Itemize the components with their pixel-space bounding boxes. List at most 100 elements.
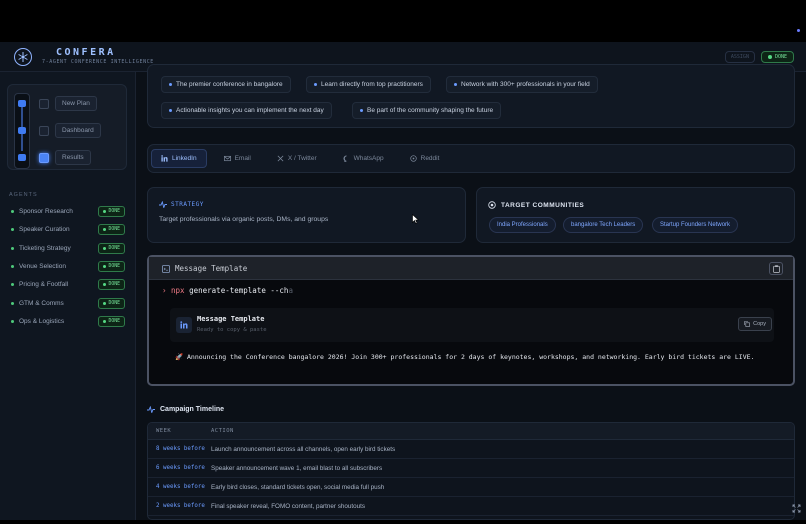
terminal-command: › npx generate-template --cha — [162, 286, 293, 295]
target-icon — [488, 201, 496, 209]
agent-status: DONE — [108, 264, 120, 269]
brand-name: CONFERA — [56, 47, 116, 58]
badge-dot-icon — [103, 283, 107, 286]
highlight-text: The premier conference in bangalore — [176, 81, 283, 88]
agent-done-badge: DONE — [98, 298, 125, 309]
sidebar: New Plan Dashboard Results AGENTS Sponso… — [0, 72, 136, 520]
strategy-text: Target professionals via organic posts, … — [159, 216, 329, 223]
agent-status: DONE — [108, 282, 120, 287]
strategy-heading: STRATEGY — [159, 201, 204, 208]
status-dot-icon — [767, 54, 772, 59]
agent-name: Speaker Curation — [19, 226, 70, 233]
table-row: 6 weeks before Speaker announcement wave … — [148, 459, 794, 478]
agent-status: DONE — [108, 301, 120, 306]
campaign-timeline-title: Campaign Timeline — [160, 406, 225, 413]
command-pm: npx — [171, 286, 185, 295]
step-results[interactable]: Results — [39, 150, 91, 165]
agent-done-badge: DONE — [98, 243, 125, 254]
community-chip[interactable]: bangalore Tech Leaders — [563, 217, 644, 233]
badge-dot-icon — [103, 228, 107, 231]
agent-status-dot — [11, 320, 14, 323]
highlight-text: Be part of the community shaping the fut… — [367, 107, 494, 114]
column-action: ACTION — [211, 428, 234, 434]
community-chip[interactable]: Startup Founders Network — [652, 217, 739, 233]
chat-icon — [343, 155, 347, 162]
agent-name: GTM & Comms — [19, 300, 64, 307]
step-checkbox[interactable] — [39, 98, 49, 109]
status-done-label: DONE — [774, 53, 787, 60]
brand-subtitle: 7-AGENT CONFERENCE INTELLIGENCE — [42, 59, 154, 65]
week-cell: 6 weeks before — [156, 465, 205, 471]
logo-icon[interactable] — [14, 47, 32, 66]
rail-marker-3 — [18, 154, 26, 161]
step-new-plan-button[interactable]: New Plan — [55, 96, 97, 111]
agent-item[interactable]: Speaker Curation DONE — [11, 224, 125, 235]
template-card-subtitle: Ready to copy & paste — [197, 327, 267, 333]
agent-status-dot — [11, 283, 14, 286]
agent-status-dot — [11, 228, 14, 231]
linkedin-icon — [176, 317, 192, 333]
command-caret: a — [288, 286, 293, 295]
week-cell: 2 weeks before — [156, 503, 205, 509]
target-communities-heading-text: TARGET COMMUNITIES — [501, 201, 585, 209]
agent-status-dot — [11, 247, 14, 250]
agent-name: Sponsor Research — [19, 208, 73, 215]
linkedin-icon — [161, 155, 168, 162]
highlight-item: Actionable insights you can implement th… — [161, 102, 332, 119]
step-dashboard[interactable]: Dashboard — [39, 123, 101, 138]
copy-button[interactable]: Copy — [738, 317, 772, 331]
tab-label: WhatsApp — [353, 155, 384, 162]
terminal-title-text: Message Template — [175, 264, 248, 273]
column-week: WEEK — [156, 428, 172, 434]
agent-item[interactable]: Ops & Logistics DONE — [11, 316, 125, 327]
expand-icon[interactable] — [792, 504, 801, 513]
table-row: 8 weeks before Launch announcement across… — [148, 440, 794, 459]
terminal-icon — [162, 264, 170, 273]
agent-item[interactable]: GTM & Comms DONE — [11, 298, 125, 309]
agent-item[interactable]: Pricing & Footfall DONE — [11, 279, 125, 290]
table-row: 2 weeks before Final speaker reveal, FOMO… — [148, 497, 794, 516]
agent-done-badge: DONE — [98, 206, 125, 217]
community-chip[interactable]: India Professionals — [489, 217, 556, 233]
badge-dot-icon — [103, 265, 107, 268]
action-cell: Final speaker reveal, FOMO content, part… — [211, 502, 365, 510]
mouse-cursor-icon — [412, 214, 419, 224]
agent-item[interactable]: Venue Selection DONE — [11, 261, 125, 272]
badge-dot-icon — [103, 210, 107, 213]
week-cell: 4 weeks before — [156, 484, 205, 490]
tab-label: LinkedIn — [172, 155, 197, 162]
step-new-plan[interactable]: New Plan — [39, 96, 97, 111]
progress-rail — [14, 93, 30, 169]
campaign-timeline-heading: Campaign Timeline — [147, 406, 224, 413]
tab-linkedin[interactable]: LinkedIn — [151, 149, 207, 168]
rail-marker-1 — [18, 100, 26, 107]
highlight-item: Learn directly from top practitioners — [306, 76, 431, 93]
highlights-card: The premier conference in bangalore Lear… — [147, 64, 795, 128]
clipboard-button[interactable] — [769, 262, 783, 275]
agent-item[interactable]: Sponsor Research DONE — [11, 206, 125, 217]
campaign-timeline-table: WEEK ACTION 8 weeks before Launch announc… — [147, 422, 795, 520]
tab-label: X / Twitter — [287, 155, 317, 162]
action-cell: Early bird closes, standard tickets open… — [211, 483, 385, 491]
agent-status: DONE — [108, 319, 120, 324]
step-checkbox-checked[interactable] — [39, 152, 49, 163]
step-checkbox[interactable] — [39, 125, 49, 136]
agent-item[interactable]: Ticketing Strategy DONE — [11, 243, 125, 254]
terminal-title: Message Template — [162, 264, 247, 273]
tab-label: Email — [234, 155, 251, 162]
table-row: 4 weeks before Early bird closes, standar… — [148, 478, 794, 497]
channel-tabs-card: LinkedIn Email X / Twitter WhatsApp Redd… — [147, 144, 795, 173]
message-template-terminal: Message Template › npx generate-template… — [147, 255, 795, 386]
clipboard-icon — [772, 264, 780, 273]
step-navigator: New Plan Dashboard Results — [7, 84, 127, 170]
agents-heading: AGENTS — [9, 192, 38, 198]
agent-done-badge: DONE — [98, 261, 125, 272]
step-results-button[interactable]: Results — [55, 150, 91, 165]
assign-badge[interactable]: ASSIGN — [724, 50, 755, 63]
tab-email[interactable]: Email — [215, 150, 260, 167]
step-dashboard-button[interactable]: Dashboard — [55, 123, 101, 138]
tab-reddit[interactable]: Reddit — [401, 150, 449, 167]
week-cell: 8 weeks before — [156, 446, 205, 452]
tab-whatsapp[interactable]: WhatsApp — [334, 150, 393, 167]
tab-x-twitter[interactable]: X / Twitter — [268, 150, 326, 167]
